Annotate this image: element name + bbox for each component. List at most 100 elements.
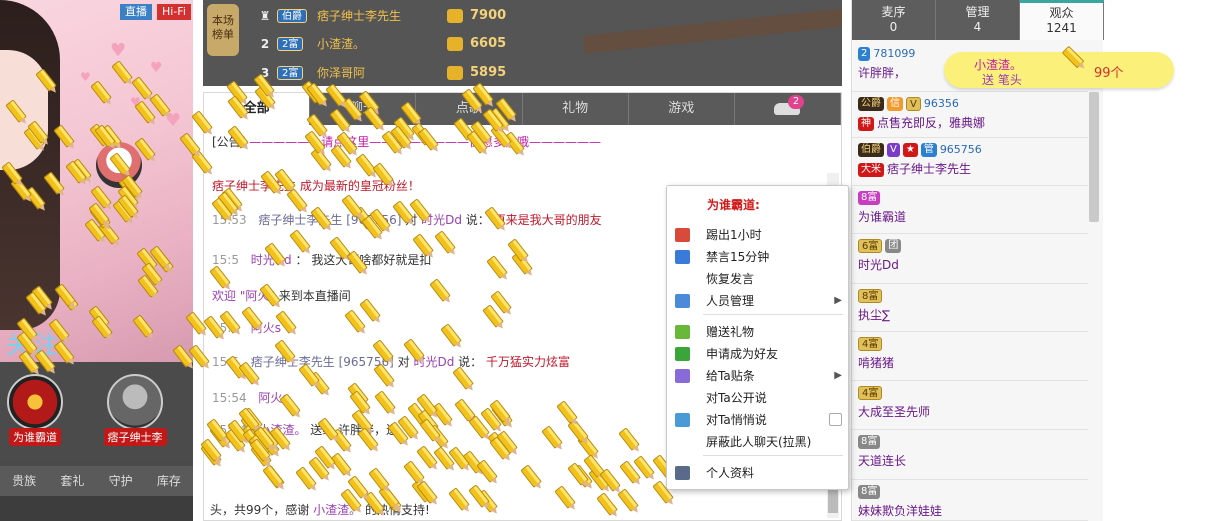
rank-nickname[interactable]: 痞子绅士李先生 xyxy=(317,2,401,30)
user-nickname[interactable]: 妹妹欺负洋娃娃 xyxy=(858,504,942,518)
tab-mic-queue[interactable]: 麦序 0 xyxy=(852,0,936,40)
tab-count: 4 xyxy=(973,20,982,34)
chat-line: 15:5 时光Dd ： 我这大哥啥都好就是扣 xyxy=(212,251,431,268)
chat-user[interactable]: 痞子绅士李先生 [965756] xyxy=(258,213,401,227)
user-name-row: 许胖胖， xyxy=(858,64,906,81)
menu-item-label: 申请成为好友 xyxy=(706,347,779,361)
audience-user[interactable]: 伯爵 V ★ 管 965756 大米 痞子绅士李先生 xyxy=(852,138,1088,186)
tab-gifts[interactable]: 礼物 xyxy=(523,93,629,125)
menu-item-label: 对Ta公开说 xyxy=(706,391,767,405)
heart-icon: ♥ xyxy=(110,40,127,61)
user-nickname[interactable]: 啃猪猪 xyxy=(858,356,894,370)
audience-user[interactable]: 8富 天道连长 xyxy=(852,430,1088,480)
chat-line: 15:53 痞子绅士李先生 [965756] 对 时光Dd 说： 原来是我大哥的… xyxy=(212,211,602,228)
menu-item[interactable]: 恢复发言 xyxy=(667,268,848,290)
chat-line: 15:5 痞子绅士李先生 [965756] 对 时光Dd 说： 千万猛实力炫富 xyxy=(212,353,570,370)
user-nickname[interactable]: 大成至圣先师 xyxy=(858,405,930,419)
user-badges: 4富 xyxy=(858,336,885,351)
vehicle-count-badge: 2 xyxy=(788,95,805,109)
user-badges: 6富团 xyxy=(858,238,904,253)
chat-user[interactable]: 阿火s xyxy=(258,391,288,405)
menu-item[interactable]: 禁言15分钟 xyxy=(667,246,848,268)
tab-count: 1241 xyxy=(1046,21,1077,35)
chat-target-user[interactable]: 时光Dd xyxy=(413,355,454,369)
audience-user[interactable]: 8富 为谁霸道 xyxy=(852,186,1088,234)
tab-games[interactable]: 游戏 xyxy=(629,93,735,125)
chat-text: 千万猛实力炫富 xyxy=(485,355,570,369)
user-nickname[interactable]: 许胖胖， xyxy=(858,66,906,80)
gift-shelf xyxy=(0,496,193,521)
menu-item[interactable]: 对Ta公开说 xyxy=(667,387,848,409)
live-video[interactable]: ♥ ♥ ♥ ♥ ♥ 关注, 直播 Hi-Fi xyxy=(0,0,193,362)
menu-item[interactable]: 踢出1小时 xyxy=(667,224,848,246)
tab-inventory[interactable]: 库存 xyxy=(145,466,193,496)
rank-row[interactable]: ♜ 伯爵 痞子绅士李先生 7900 xyxy=(255,2,555,30)
menu-item[interactable]: 对Ta悄悄说 xyxy=(667,409,848,431)
menu-item[interactable]: 赠送礼物 xyxy=(667,321,848,343)
live-tag[interactable]: 直播 xyxy=(120,4,152,20)
chat-user[interactable]: 小渣渣。 xyxy=(258,423,306,437)
gift-action: 送 笔头 xyxy=(982,73,1022,87)
rank-row[interactable]: 3 2富 你泽哥阿 5895 xyxy=(255,59,555,86)
user-name-row: 神点售充即反，雅典娜 xyxy=(858,114,985,131)
tab-chat[interactable]: 聊天 xyxy=(310,93,417,125)
user-nickname[interactable]: 执尘∑ xyxy=(858,308,890,322)
announcement[interactable]: [公告] ——————请点这里—— ——————优惠多多哦—————— xyxy=(212,133,601,150)
rank-row[interactable]: 2 2富 小渣渣。 6605 xyxy=(255,30,555,58)
rank-nickname[interactable]: 小渣渣。 xyxy=(317,30,365,58)
popout-icon[interactable] xyxy=(829,413,842,426)
hifi-tag[interactable]: Hi-Fi xyxy=(157,4,191,20)
tab-song-request[interactable]: 点歌 xyxy=(416,93,523,125)
heart-icon: ♥ xyxy=(150,60,163,76)
rank-nickname[interactable]: 你泽哥阿 xyxy=(317,59,365,86)
menu-item[interactable]: 屏蔽此人聊天(拉黑) xyxy=(667,431,848,453)
mute-icon xyxy=(675,250,690,264)
menu-item[interactable]: 申请成为好友 xyxy=(667,343,848,365)
user-nickname[interactable]: 时光Dd xyxy=(858,258,899,272)
announce-link[interactable]: ——————请点这里—— xyxy=(249,135,393,149)
anchor-card[interactable]: 痞子绅士李 xyxy=(100,374,170,446)
tag-icon xyxy=(675,369,690,383)
audience-user[interactable]: 公爵信 V 96356 神点售充即反，雅典娜 xyxy=(852,92,1088,138)
chat-user[interactable]: 时光Dd xyxy=(251,253,292,267)
audience-user[interactable]: 8富 妹妹欺负洋娃娃 xyxy=(852,480,1088,521)
chat-text: 送给 许胖胖，送 xyxy=(310,423,399,437)
menu-item-label: 给Ta贴条 xyxy=(706,369,755,383)
thanks-user[interactable]: 小渣渣。 xyxy=(313,503,361,517)
tab-audience[interactable]: 观众 1241 xyxy=(1020,0,1104,40)
tab-guard[interactable]: 守护 xyxy=(97,466,145,496)
user-nickname[interactable]: 为谁霸道 xyxy=(858,210,906,224)
chat-user[interactable]: 欢迎 "阿火" xyxy=(212,289,275,303)
thanks-text: 头，共99个，感谢 xyxy=(210,503,310,517)
user-id: 96356 xyxy=(923,97,959,110)
audience-user[interactable]: 4富大成至圣先师 xyxy=(852,381,1088,430)
tab-admins[interactable]: 管理 4 xyxy=(936,0,1020,40)
menu-item[interactable]: 人员管理 ▶ xyxy=(667,290,848,312)
audience-scrollbar[interactable] xyxy=(1089,92,1099,222)
chat-user[interactable]: 痞子绅士李先生 [965756] xyxy=(251,355,394,369)
user-nickname[interactable]: 天道连长 xyxy=(858,454,906,468)
audience-user[interactable]: 6富团时光Dd xyxy=(852,234,1088,284)
tab-vehicles[interactable]: 2 xyxy=(735,93,842,125)
user-name-row: 天道连长 xyxy=(858,452,906,469)
chat-user[interactable]: 痞子绅士李先生 xyxy=(212,179,296,193)
submenu-arrow-icon: ▶ xyxy=(834,370,842,381)
avatar[interactable] xyxy=(7,374,63,430)
avatar[interactable] xyxy=(107,374,163,430)
tab-gift-set[interactable]: 套礼 xyxy=(48,466,96,496)
tab-all[interactable]: 全部 xyxy=(204,93,311,125)
ranking-badge[interactable]: 本场榜单 xyxy=(207,4,239,56)
user-nickname[interactable]: 点售充即反，雅典娜 xyxy=(877,116,985,130)
anchor-card[interactable]: 为谁霸道 xyxy=(0,374,70,446)
chat-target-user[interactable]: 时光Dd xyxy=(421,213,462,227)
audience-user[interactable]: 8富 执尘∑ xyxy=(852,284,1088,332)
menu-item[interactable]: 个人资料 xyxy=(667,462,848,484)
menu-item-label: 个人资料 xyxy=(706,466,755,480)
menu-item[interactable]: 给Ta贴条 ▶ xyxy=(667,365,848,387)
user-badges: 4富 xyxy=(858,385,885,400)
tab-nobility[interactable]: 贵族 xyxy=(0,466,48,496)
audience-user[interactable]: 4富啃猪猪 xyxy=(852,332,1088,381)
user-nickname[interactable]: 痞子绅士李先生 xyxy=(887,162,971,176)
chat-user[interactable]: 阿火s xyxy=(251,321,281,335)
menu-item-label: 人员管理 xyxy=(706,294,755,308)
